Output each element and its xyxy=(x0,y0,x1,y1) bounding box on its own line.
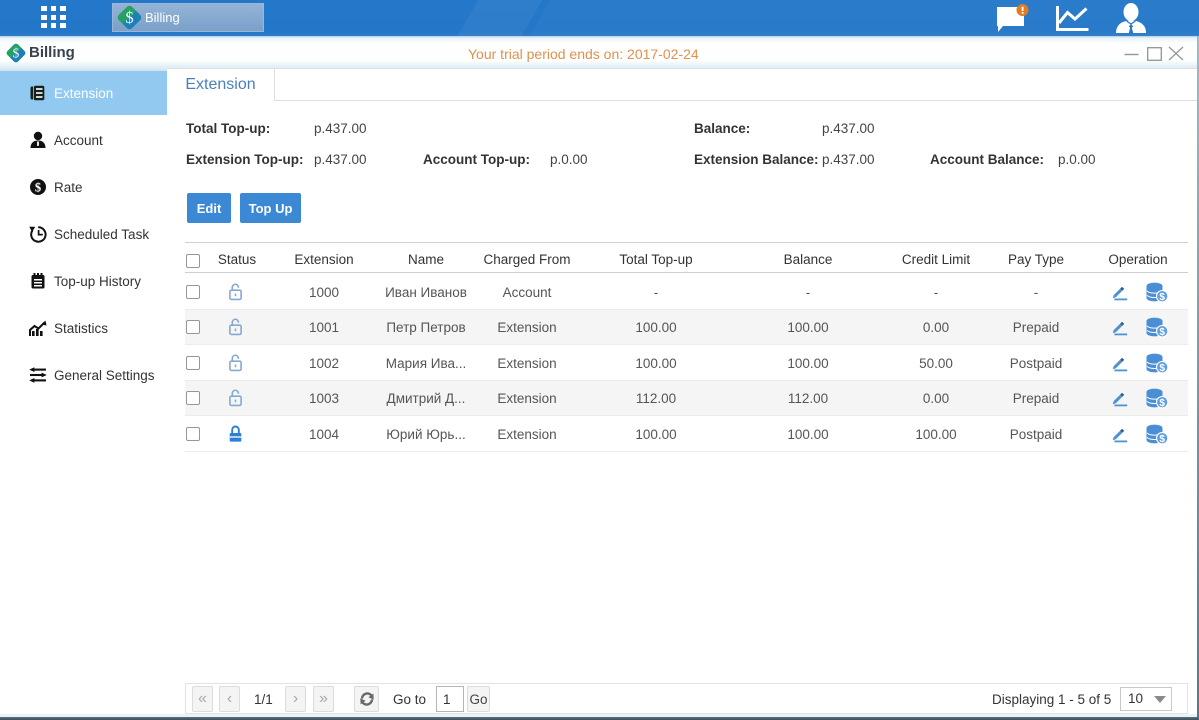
svg-text:$: $ xyxy=(13,46,20,61)
svg-text:$: $ xyxy=(125,8,133,27)
svg-text:$: $ xyxy=(1159,327,1165,338)
svg-text:$: $ xyxy=(1159,292,1165,303)
svg-text:$: $ xyxy=(1159,434,1165,445)
svg-text:$: $ xyxy=(1159,363,1165,374)
svg-text:$: $ xyxy=(1159,398,1165,409)
svg-text:$: $ xyxy=(35,181,41,195)
